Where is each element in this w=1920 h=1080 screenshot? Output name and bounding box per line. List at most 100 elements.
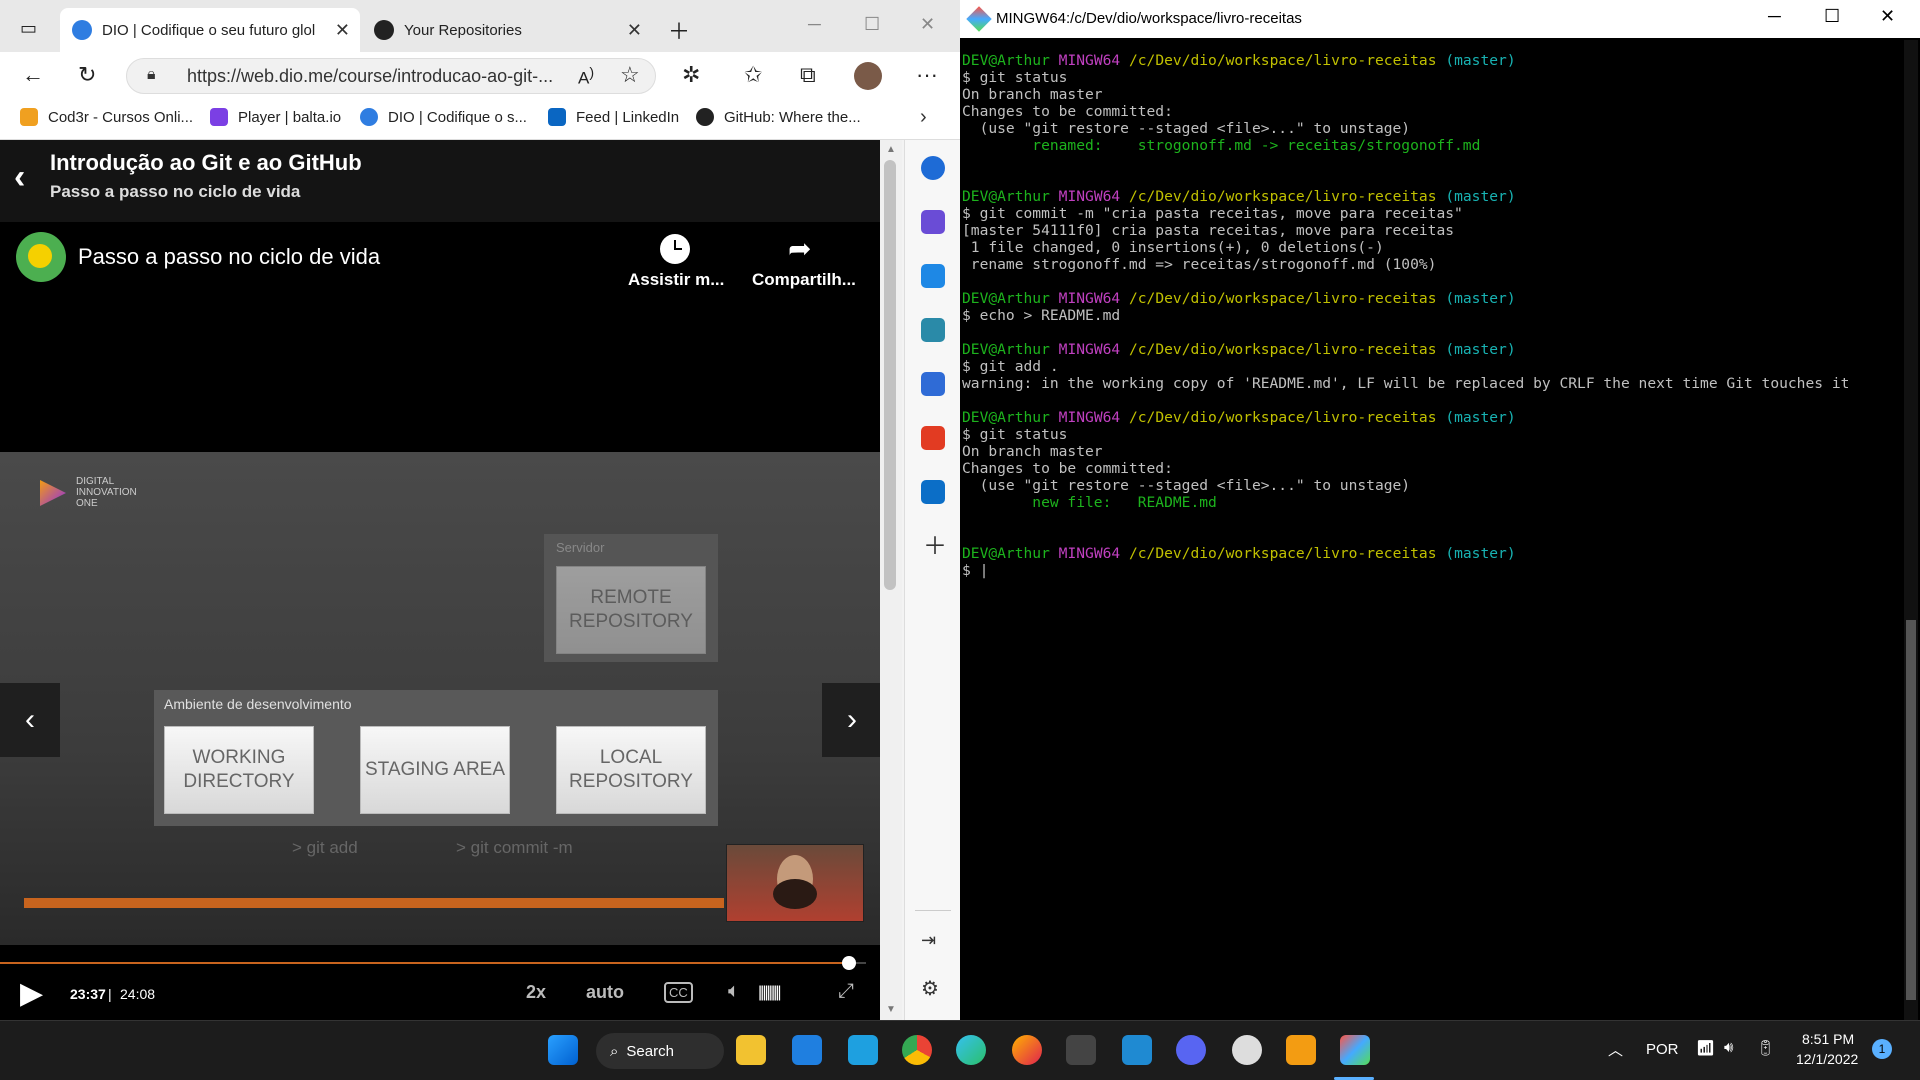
avatar[interactable] [854, 62, 882, 90]
firefox-icon[interactable] [1012, 1035, 1042, 1065]
battery-icon[interactable]: 🔋︎ [1756, 1039, 1775, 1057]
clock-date[interactable]: 12/1/2022 [1796, 1051, 1858, 1067]
maximize-icon[interactable]: ☐ [864, 14, 880, 35]
start-windows-icon[interactable] [548, 1035, 578, 1065]
tray-chevron-icon[interactable]: ︿ [1608, 1039, 1623, 1060]
vscode-icon[interactable] [1122, 1035, 1152, 1065]
command-line: $ echo > README.md [962, 307, 1121, 324]
favorites-icon[interactable]: ✩ [744, 62, 762, 88]
language-indicator[interactable]: POR [1646, 1041, 1679, 1058]
fullscreen-icon[interactable]: ⤢ [838, 980, 854, 1003]
tab-actions-icon[interactable]: ▭ [20, 18, 37, 39]
fav-dio[interactable]: DIO | Codifique o s... [360, 108, 527, 126]
new-tab-icon[interactable]: ＋ [668, 14, 690, 46]
mail-icon[interactable] [792, 1035, 822, 1065]
prompt-branch: (master) [1445, 545, 1516, 562]
volume-icon[interactable]: 🔊︎ [1724, 1039, 1733, 1056]
l-app-icon[interactable] [848, 1035, 878, 1065]
terminal-window[interactable]: MINGW64:/c/Dev/dio/workspace/livro-recei… [960, 0, 1920, 1020]
hide-sidebar-icon[interactable]: ⇥ [921, 930, 936, 951]
tab-github[interactable]: Your Repositories ✕ [362, 8, 652, 52]
more-icon[interactable]: ··· [916, 62, 938, 88]
read-aloud-icon[interactable]: A) [578, 65, 594, 89]
page-scrollbar[interactable]: ▲ ▼ [880, 140, 902, 1020]
minimize-icon[interactable]: ─ [808, 14, 821, 35]
timeline-handle[interactable] [841, 956, 856, 970]
scroll-down-icon[interactable]: ▼ [886, 1004, 896, 1015]
scroll-thumb[interactable] [884, 160, 896, 590]
close-window-icon[interactable]: ✕ [1880, 6, 1895, 27]
maximize-icon[interactable]: ☐ [1824, 6, 1840, 27]
next-slide-button[interactable]: › [822, 683, 882, 757]
brand-line: INNOVATION [76, 487, 137, 498]
time-separator: | [108, 986, 112, 1002]
output-line: Changes to be committed: [962, 460, 1173, 477]
video-player[interactable]: Passo a passo no ciclo de vida Assistir … [0, 222, 882, 1020]
url-field[interactable]: 🔒︎ https://web.dio.me/course/introducao-… [126, 58, 656, 94]
command-line: $ git commit -m "cria pasta receitas, mo… [962, 205, 1463, 222]
minimize-icon[interactable]: ─ [1768, 6, 1781, 27]
discord-icon[interactable] [1176, 1035, 1206, 1065]
play-icon[interactable]: ▶ [20, 976, 43, 1011]
close-window-icon[interactable]: ✕ [920, 14, 935, 35]
clock-icon[interactable] [660, 234, 690, 264]
settings-gear-icon[interactable]: ⚙ [921, 976, 939, 1001]
balta-icon [210, 108, 228, 126]
speed-button[interactable]: 2x [526, 982, 546, 1003]
local-repo-box: LOCAL REPOSITORY [556, 726, 706, 814]
terminal-output[interactable]: DEV@Arthur MINGW64 /c/Dev/dio/workspace/… [962, 52, 1892, 579]
wifi-icon[interactable]: 📶︎ [1696, 1039, 1715, 1057]
copilot-icon[interactable] [921, 210, 945, 234]
captions-icon[interactable]: CC [664, 982, 693, 1003]
clock-app-icon[interactable] [1232, 1035, 1262, 1065]
games-icon[interactable] [921, 372, 945, 396]
fav-linkedin[interactable]: Feed | LinkedIn [548, 108, 679, 126]
terminal-scrollbar[interactable] [1904, 40, 1918, 1020]
video-timeline[interactable] [0, 956, 866, 970]
search-button[interactable]: ⌕ Search [596, 1033, 724, 1069]
share-icon[interactable]: ➦ [788, 232, 811, 265]
shopping-tag-icon[interactable] [921, 264, 945, 288]
channel-logo-icon[interactable] [16, 232, 66, 282]
cmd-git-add: > git add [292, 838, 358, 857]
clock-time[interactable]: 8:51 PM [1802, 1031, 1854, 1047]
share-label[interactable]: Compartilh... [752, 270, 856, 290]
git-bash-taskbar-icon[interactable] [1340, 1035, 1370, 1065]
chevron-right-icon[interactable]: › [920, 106, 927, 129]
output-line: warning: in the working copy of 'README.… [962, 375, 1850, 392]
file-explorer-icon[interactable] [736, 1035, 766, 1065]
volume-bars-icon[interactable]: |||||||||| [758, 984, 782, 1002]
tools-icon[interactable] [921, 318, 945, 342]
fav-balta[interactable]: Player | balta.io [210, 108, 341, 126]
prompt-user: DEV@Arthur [962, 188, 1050, 205]
office-icon[interactable] [921, 426, 945, 450]
prev-slide-button[interactable]: ‹ [0, 683, 60, 757]
refresh-icon[interactable]: ↻ [78, 62, 96, 88]
volume-icon[interactable]: 🔈︎ [728, 980, 740, 1003]
scroll-up-icon[interactable]: ▲ [886, 144, 896, 155]
back-chevron-icon[interactable]: ‹ [14, 158, 25, 197]
gitkraken-icon[interactable] [1286, 1035, 1316, 1065]
outlook-icon[interactable] [921, 480, 945, 504]
close-tab-icon[interactable]: ✕ [627, 20, 642, 41]
watch-later-label[interactable]: Assistir m... [628, 270, 724, 290]
favorite-star-icon[interactable]: ☆ [620, 62, 640, 88]
add-icon[interactable]: ＋ [923, 526, 947, 561]
edge-icon[interactable] [956, 1035, 986, 1065]
fav-label: Cod3r - Cursos Onli... [48, 108, 194, 126]
tab-dio[interactable]: DIO | Codifique o seu futuro glol ✕ [60, 8, 360, 52]
fav-github[interactable]: GitHub: Where the... [696, 108, 861, 126]
close-tab-icon[interactable]: ✕ [335, 20, 350, 41]
notification-badge[interactable]: 1 [1872, 1039, 1892, 1059]
quality-button[interactable]: auto [586, 982, 624, 1003]
chrome-icon[interactable] [902, 1035, 932, 1065]
terminal-app-icon[interactable] [1066, 1035, 1096, 1065]
extensions-icon[interactable]: ✲ [682, 62, 700, 88]
back-icon[interactable]: ← [22, 62, 44, 88]
terminal-scroll-thumb[interactable] [1906, 620, 1916, 1000]
collections-icon[interactable]: ⧉ [800, 62, 816, 88]
fav-cod3r[interactable]: Cod3r - Cursos Onli... [20, 108, 193, 126]
search-icon[interactable] [921, 156, 945, 180]
